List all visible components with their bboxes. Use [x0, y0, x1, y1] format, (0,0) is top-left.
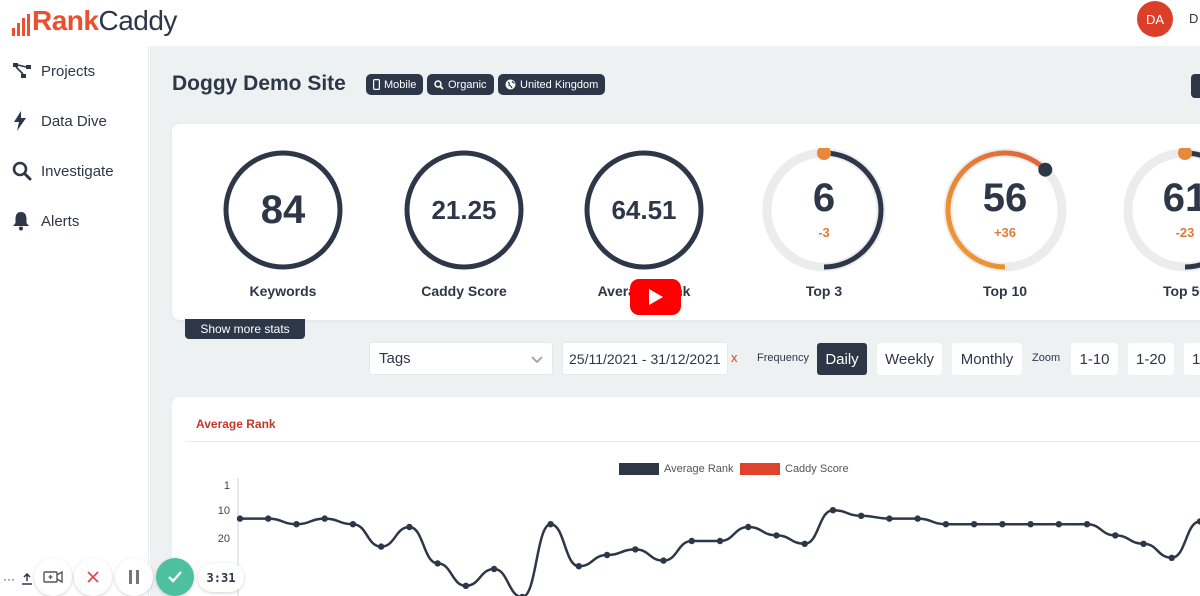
average-rank-point [801, 540, 808, 547]
upload-icon[interactable] [21, 572, 33, 590]
video-camera-icon [43, 570, 63, 584]
play-icon [648, 289, 663, 305]
average-rank-point [547, 521, 554, 528]
cancel-recording-button[interactable] [74, 558, 112, 596]
pause-recording-button[interactable] [115, 558, 153, 596]
check-icon [168, 571, 182, 583]
average-rank-point [886, 515, 893, 522]
average-rank-point [377, 543, 385, 550]
average-rank-point [236, 515, 244, 522]
y-tick-label: 1 [224, 480, 230, 492]
average-rank-point [1112, 532, 1119, 539]
average-rank-point [293, 521, 300, 528]
average-rank-point [603, 551, 611, 559]
y-tick-label: 20 [218, 533, 230, 545]
recording-timer: 3:31 [198, 563, 244, 592]
average-rank-point [688, 537, 695, 545]
average-rank-point [716, 537, 724, 545]
finish-recording-button[interactable] [156, 558, 194, 596]
average-rank-point [857, 512, 865, 519]
pause-icon [129, 570, 139, 584]
average-rank-point [1140, 540, 1147, 547]
youtube-play-button[interactable] [630, 279, 681, 315]
average-rank-point [632, 546, 639, 553]
average-rank-point [660, 557, 667, 564]
close-icon [87, 571, 99, 583]
average-rank-point [1055, 521, 1063, 528]
average-rank-point [406, 523, 413, 531]
average-rank-point [490, 565, 498, 573]
camera-toggle-button[interactable] [34, 558, 72, 596]
average-rank-point [970, 521, 978, 528]
average-rank-point [321, 515, 328, 522]
average-rank-point [434, 560, 441, 567]
average-rank-point [829, 507, 837, 514]
average-rank-point [1027, 521, 1034, 528]
average-rank-chart: 1 10 20 [218, 478, 1200, 596]
y-tick-label: 10 [218, 505, 230, 517]
average-rank-point [1083, 521, 1091, 528]
average-rank-point [1168, 554, 1175, 561]
average-rank-point [745, 523, 752, 531]
recording-more-menu[interactable]: ··· [3, 572, 15, 586]
average-rank-point [773, 532, 780, 539]
average-rank-point [914, 515, 921, 522]
average-rank-point [349, 521, 357, 528]
average-rank-point [462, 582, 470, 589]
average-rank-point [265, 515, 272, 522]
average-rank-point [942, 521, 950, 528]
average-rank-point [999, 521, 1006, 528]
average-rank-point [575, 563, 583, 570]
